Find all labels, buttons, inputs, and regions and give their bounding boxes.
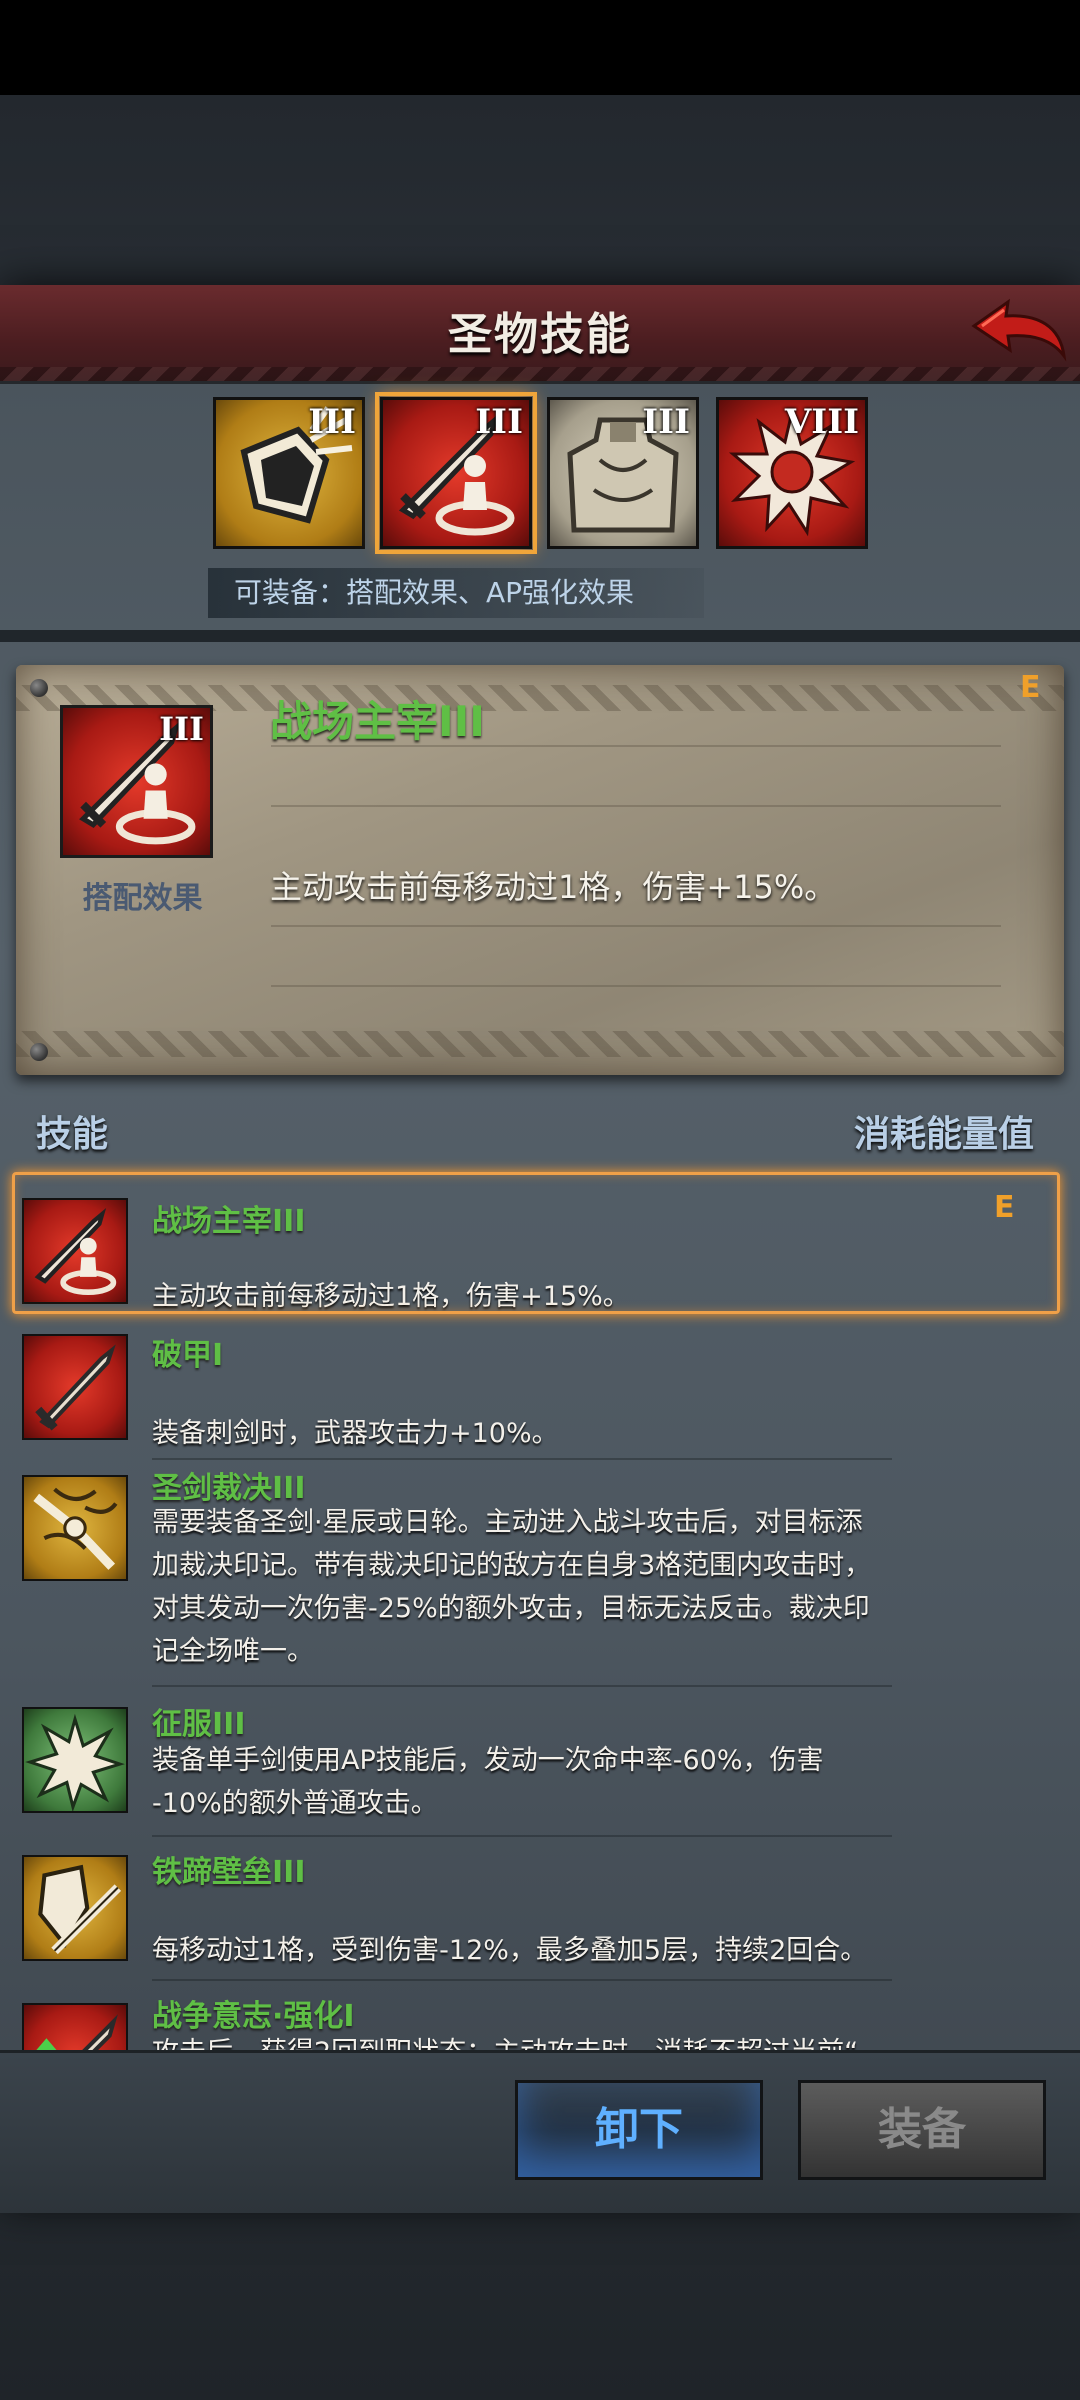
item-separator: [152, 1835, 892, 1837]
detail-description: 主动攻击前每移动过1格，伤害+15%。: [270, 868, 837, 906]
selected-skill-highlight: [12, 1172, 1060, 1314]
equip-hint: 可装备：搭配效果、AP强化效果: [208, 568, 704, 618]
card-rule: [271, 985, 1001, 987]
item-separator: [152, 1458, 892, 1460]
rivet: [30, 1043, 48, 1061]
list-header-skill: 技能: [36, 1114, 109, 1155]
skill-item[interactable]: 征服III 装备单手剑使用AP技能后，发动一次命中率-60%，伤害 -10%的额…: [0, 1697, 1080, 1837]
shield-sword-icon: [38, 1864, 122, 1955]
skill-name: 征服III: [152, 1707, 246, 1742]
divider: [0, 630, 1080, 642]
tab-level: III: [642, 402, 690, 442]
card-rule: [271, 925, 1001, 927]
skill-desc-line: 每移动过1格，受到伤害-12%，最多叠加5层，持续2回合。: [152, 1935, 868, 1966]
skill-desc-line: 记全场唯一。: [152, 1636, 314, 1667]
skill-icon: [22, 2003, 128, 2050]
skill-item[interactable]: 铁蹄壁垒III 每移动过1格，受到伤害-12%，最多叠加5层，持续2回合。: [0, 1843, 1080, 1983]
card-rule: [271, 805, 1001, 807]
back-button[interactable]: [968, 296, 1068, 368]
skill-desc-line: -10%的额外普通攻击。: [152, 1788, 438, 1819]
sword-up-icon: [36, 2014, 118, 2050]
skill-item[interactable]: 破甲I 装备刺剑时，武器攻击力+10%。: [0, 1320, 1080, 1460]
skill-item[interactable]: 战争意志·强化I 攻击后，获得2回到职状态；主动攻击时，消耗不超过当前“: [0, 1991, 1080, 2050]
relic-tabs: III III III VIII: [0, 392, 1080, 554]
tab-relic-3[interactable]: III: [547, 397, 699, 549]
detail-skill-icon: III: [60, 705, 213, 858]
tab-relic-2[interactable]: III: [375, 392, 537, 554]
item-separator: [152, 1685, 892, 1687]
equip-button[interactable]: 装备: [798, 2080, 1046, 2180]
skill-name: 铁蹄壁垒III: [152, 1855, 306, 1890]
back-arrow-icon: [971, 298, 1067, 362]
detail-energy-badge: E: [1020, 670, 1041, 705]
skill-icon: [22, 1475, 128, 1581]
tab-relic-1[interactable]: III: [213, 397, 365, 549]
skill-desc-line: 装备刺剑时，武器攻击力+10%。: [152, 1418, 559, 1449]
skill-desc-line: 加裁决印记。带有裁决印记的敌方在自身3格范围内攻击时，: [152, 1550, 872, 1581]
item-separator: [152, 1979, 892, 1981]
skill-desc-line: 需要装备圣剑·星辰或日轮。主动进入战斗攻击后，对目标添: [152, 1507, 863, 1538]
tab-level: III: [308, 402, 356, 442]
card-pattern: [16, 1031, 1064, 1057]
star-burst-icon: [25, 1713, 125, 1811]
tab-level: III: [475, 402, 523, 442]
skill-icon: [22, 1855, 128, 1961]
list-header-energy: 消耗能量值: [853, 1114, 1034, 1155]
skill-desc-line: 装备单手剑使用AP技能后，发动一次命中率-60%，伤害: [152, 1745, 824, 1776]
tab-relic-4[interactable]: VIII: [716, 397, 868, 549]
tab-level: VIII: [784, 402, 859, 442]
detail-subtitle: 搭配效果: [82, 881, 203, 916]
skill-item[interactable]: 圣剑裁决III 需要装备圣剑·星辰或日轮。主动进入战斗攻击后，对目标添 加裁决印…: [0, 1463, 1080, 1689]
unequip-button[interactable]: 卸下: [515, 2080, 763, 2180]
page-title: 圣物技能: [448, 309, 632, 360]
skill-desc-line: 对其发动一次伤害-25%的额外攻击，目标无法反击。裁决印: [152, 1593, 870, 1624]
detail-level: III: [159, 710, 204, 748]
rapier-icon: [35, 1344, 116, 1431]
skill-icon: [22, 1707, 128, 1813]
detail-skill-name: 战场主宰III: [270, 697, 485, 746]
holy-sword-icon: [33, 1487, 118, 1570]
skill-name: 破甲I: [152, 1338, 224, 1373]
rivet: [30, 679, 48, 697]
skill-desc-line: 攻击后，获得2回到职状态；主动攻击时，消耗不超过当前“: [152, 2031, 892, 2050]
status-bar: [0, 0, 1080, 95]
skill-name: 战争意志·强化I: [152, 1999, 355, 2034]
skill-icon: [22, 1334, 128, 1440]
